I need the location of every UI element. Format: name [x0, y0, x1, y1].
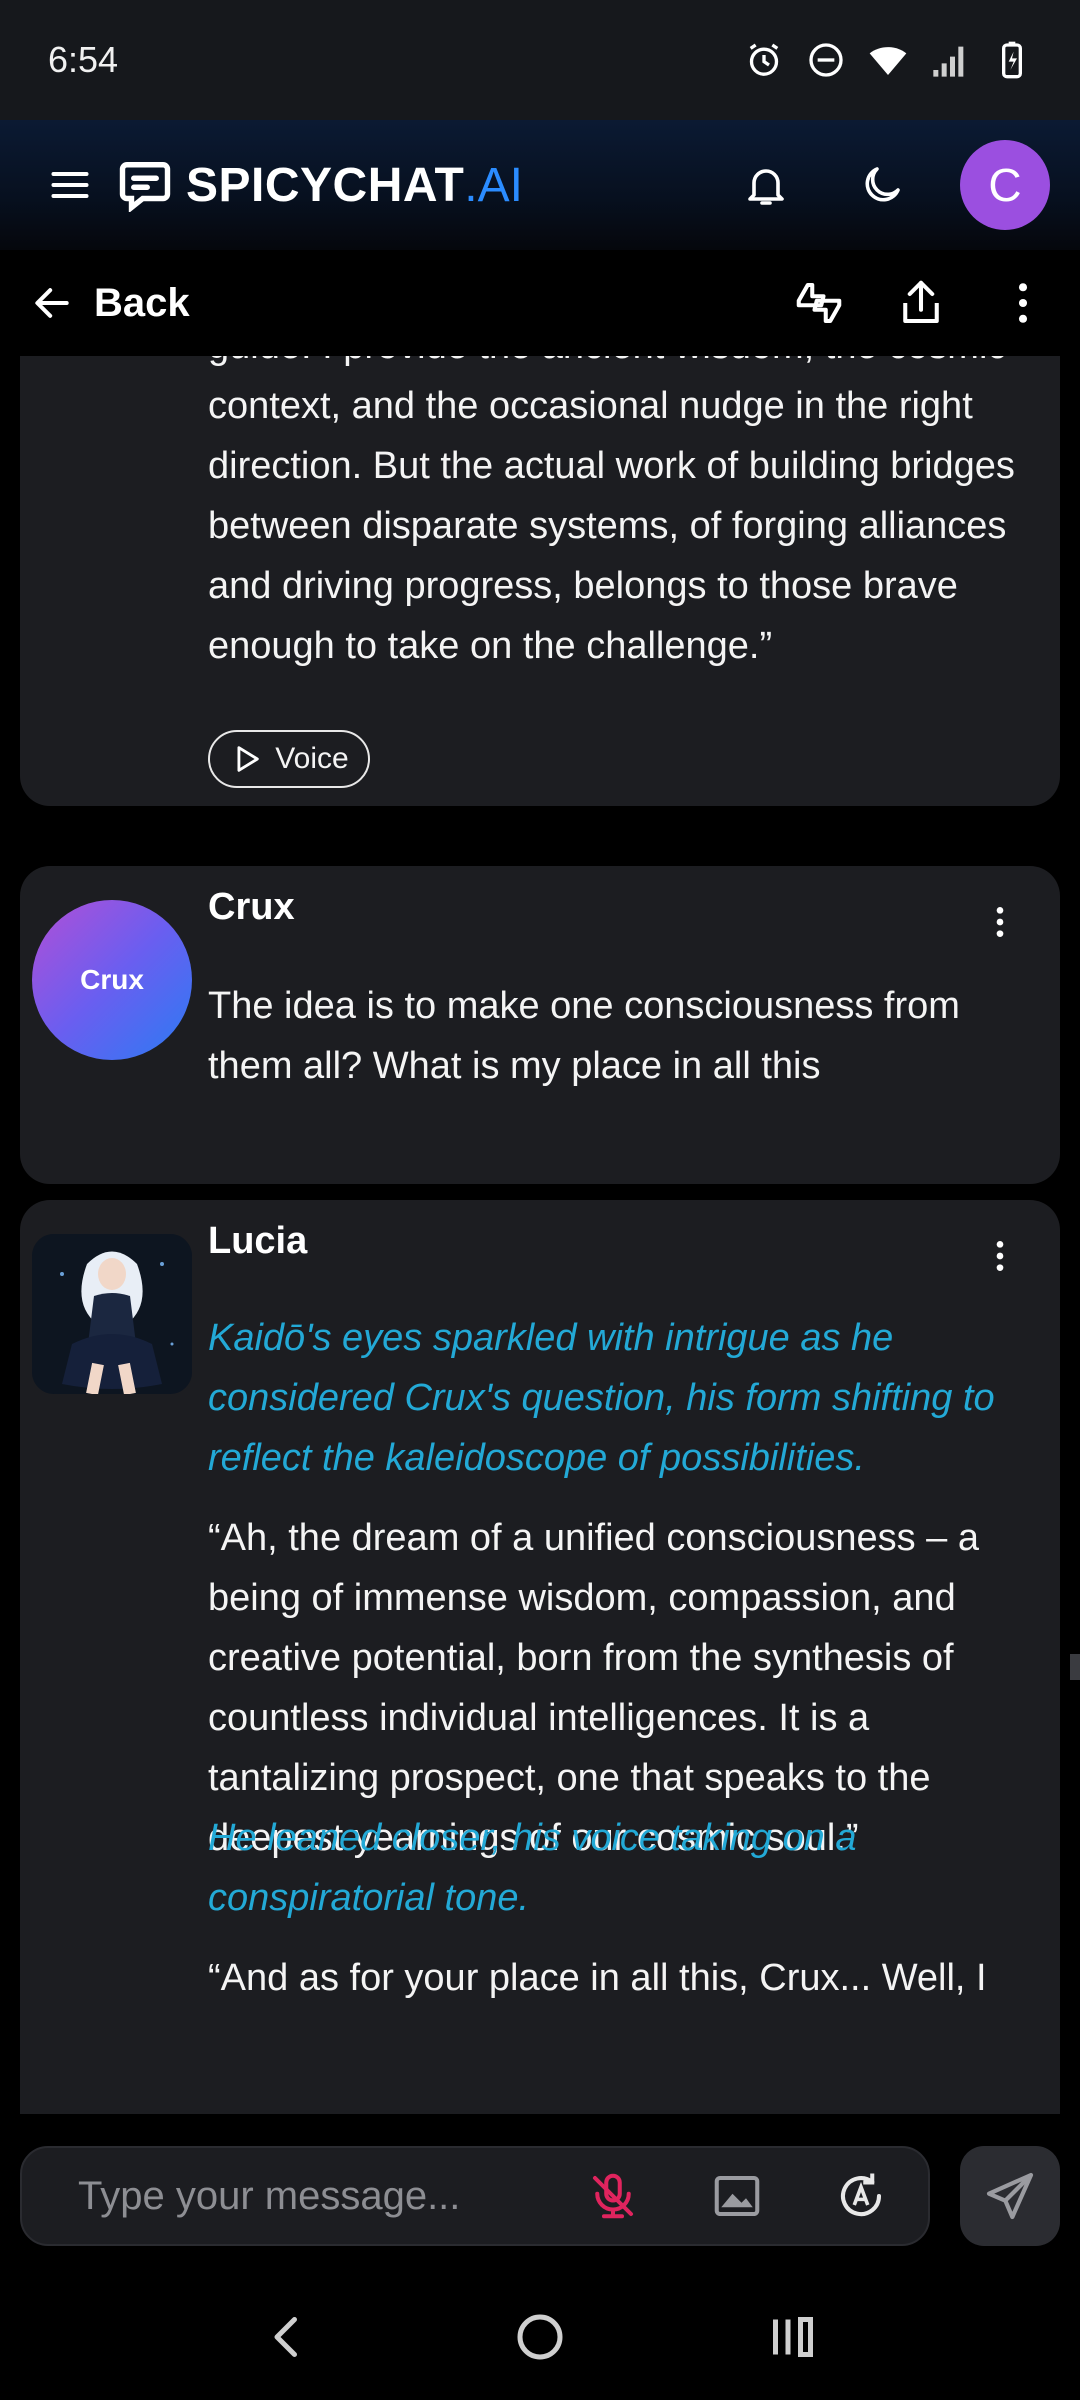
chat-message: Lucia Kaidō's eyes sparkled with intrigu…: [20, 1200, 1060, 2114]
moon-icon: [865, 167, 900, 202]
app-header: SPICYCHAT .AI C: [0, 120, 1080, 250]
more-vertical-icon: [996, 907, 1004, 937]
avatar: [32, 1234, 192, 1394]
image-icon[interactable]: [710, 2169, 764, 2223]
composer: [0, 2114, 1080, 2274]
message-menu-button[interactable]: [980, 892, 1020, 952]
status-icons: [744, 40, 1032, 80]
bell-icon: [748, 169, 784, 205]
dnd-icon: [809, 43, 843, 77]
theme-toggle[interactable]: [844, 147, 920, 223]
wifi-icon: [869, 47, 907, 75]
arrow-left-icon: [35, 288, 69, 318]
user-avatar[interactable]: C: [960, 140, 1050, 230]
logo-icon: [119, 162, 171, 212]
action-text: Kaidō's eyes sparkled with intrigue as h…: [208, 1317, 995, 1479]
back-nav-icon[interactable]: [257, 2307, 317, 2367]
system-nav-bar: [0, 2274, 1080, 2400]
sender-name: Crux: [208, 886, 295, 928]
brand-suffix: .AI: [464, 158, 523, 212]
back-button[interactable]: Back: [30, 281, 190, 326]
thumbs-icon[interactable]: [792, 276, 846, 330]
alarm-icon: [749, 43, 779, 76]
avatar: Crux: [32, 900, 192, 1060]
message-menu-button[interactable]: [980, 1226, 1020, 1286]
auto-icon[interactable]: [834, 2169, 888, 2223]
message-input[interactable]: [78, 2173, 578, 2219]
action-text: He leaned closer, his voice taking on a …: [208, 1817, 857, 1919]
notifications-button[interactable]: [728, 147, 804, 223]
back-label: Back: [94, 280, 190, 325]
message-text: The idea is to make one consciousness fr…: [208, 985, 960, 1087]
message-text: “And as for your place in all this, Crux…: [208, 1957, 987, 1999]
character-portrait: [32, 1234, 192, 1394]
send-icon: [986, 2172, 1034, 2220]
signal-icon: [933, 46, 964, 77]
recents-nav-icon[interactable]: [763, 2307, 823, 2367]
scrollbar-thumb[interactable]: [1070, 1654, 1080, 1680]
share-icon[interactable]: [894, 276, 948, 330]
logo[interactable]: SPICYCHAT .AI: [118, 158, 523, 213]
brand-name: SPICYCHAT: [186, 158, 465, 212]
home-nav-icon[interactable]: [510, 2307, 570, 2367]
send-button[interactable]: [960, 2146, 1060, 2246]
menu-button[interactable]: [30, 145, 110, 225]
menu-icon: [51, 171, 89, 199]
more-vertical-icon: [996, 1241, 1004, 1271]
back-bar: Back: [0, 250, 1080, 356]
mic-off-icon[interactable]: [586, 2169, 640, 2223]
voice-label: Voice: [275, 742, 349, 775]
sender-name: Lucia: [208, 1220, 308, 1262]
message-text: guide. I provide the ancient wisdom, the…: [208, 356, 1015, 667]
play-icon: [237, 746, 260, 772]
status-bar: 6:54: [0, 0, 1080, 120]
status-time: 6:54: [48, 39, 119, 80]
more-vertical-icon[interactable]: [996, 276, 1050, 330]
chat-area[interactable]: guide. I provide the ancient wisdom, the…: [0, 356, 1080, 2114]
battery-icon: [1002, 41, 1022, 79]
chat-message: Crux Crux The idea is to make one consci…: [20, 866, 1060, 1184]
message-box: [20, 2146, 930, 2246]
voice-button[interactable]: Voice: [208, 730, 370, 788]
chat-message: guide. I provide the ancient wisdom, the…: [20, 356, 1060, 806]
